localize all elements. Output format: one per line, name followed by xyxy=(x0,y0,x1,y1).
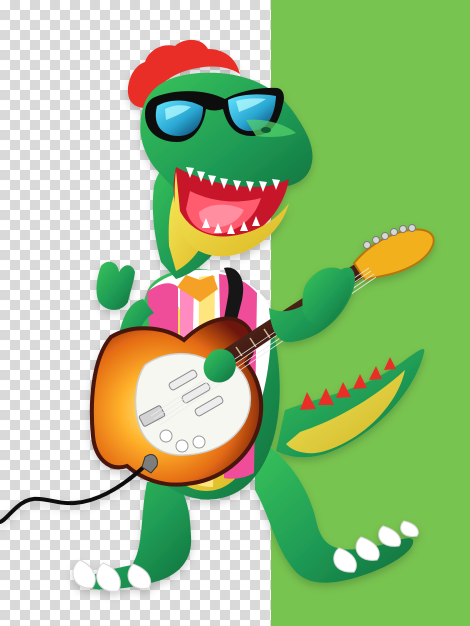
guitar-cable xyxy=(0,461,150,524)
raised-hand xyxy=(96,261,135,310)
guitar-knob-2 xyxy=(175,439,189,453)
guitar-knob-1 xyxy=(159,429,173,443)
fretting-hand xyxy=(302,267,352,326)
nostril xyxy=(261,127,271,133)
guitar-knob-3 xyxy=(192,435,206,449)
dinosaur-rocker-illustration xyxy=(0,39,435,592)
guitar-headstock xyxy=(352,228,435,282)
image-canvas xyxy=(0,0,470,626)
